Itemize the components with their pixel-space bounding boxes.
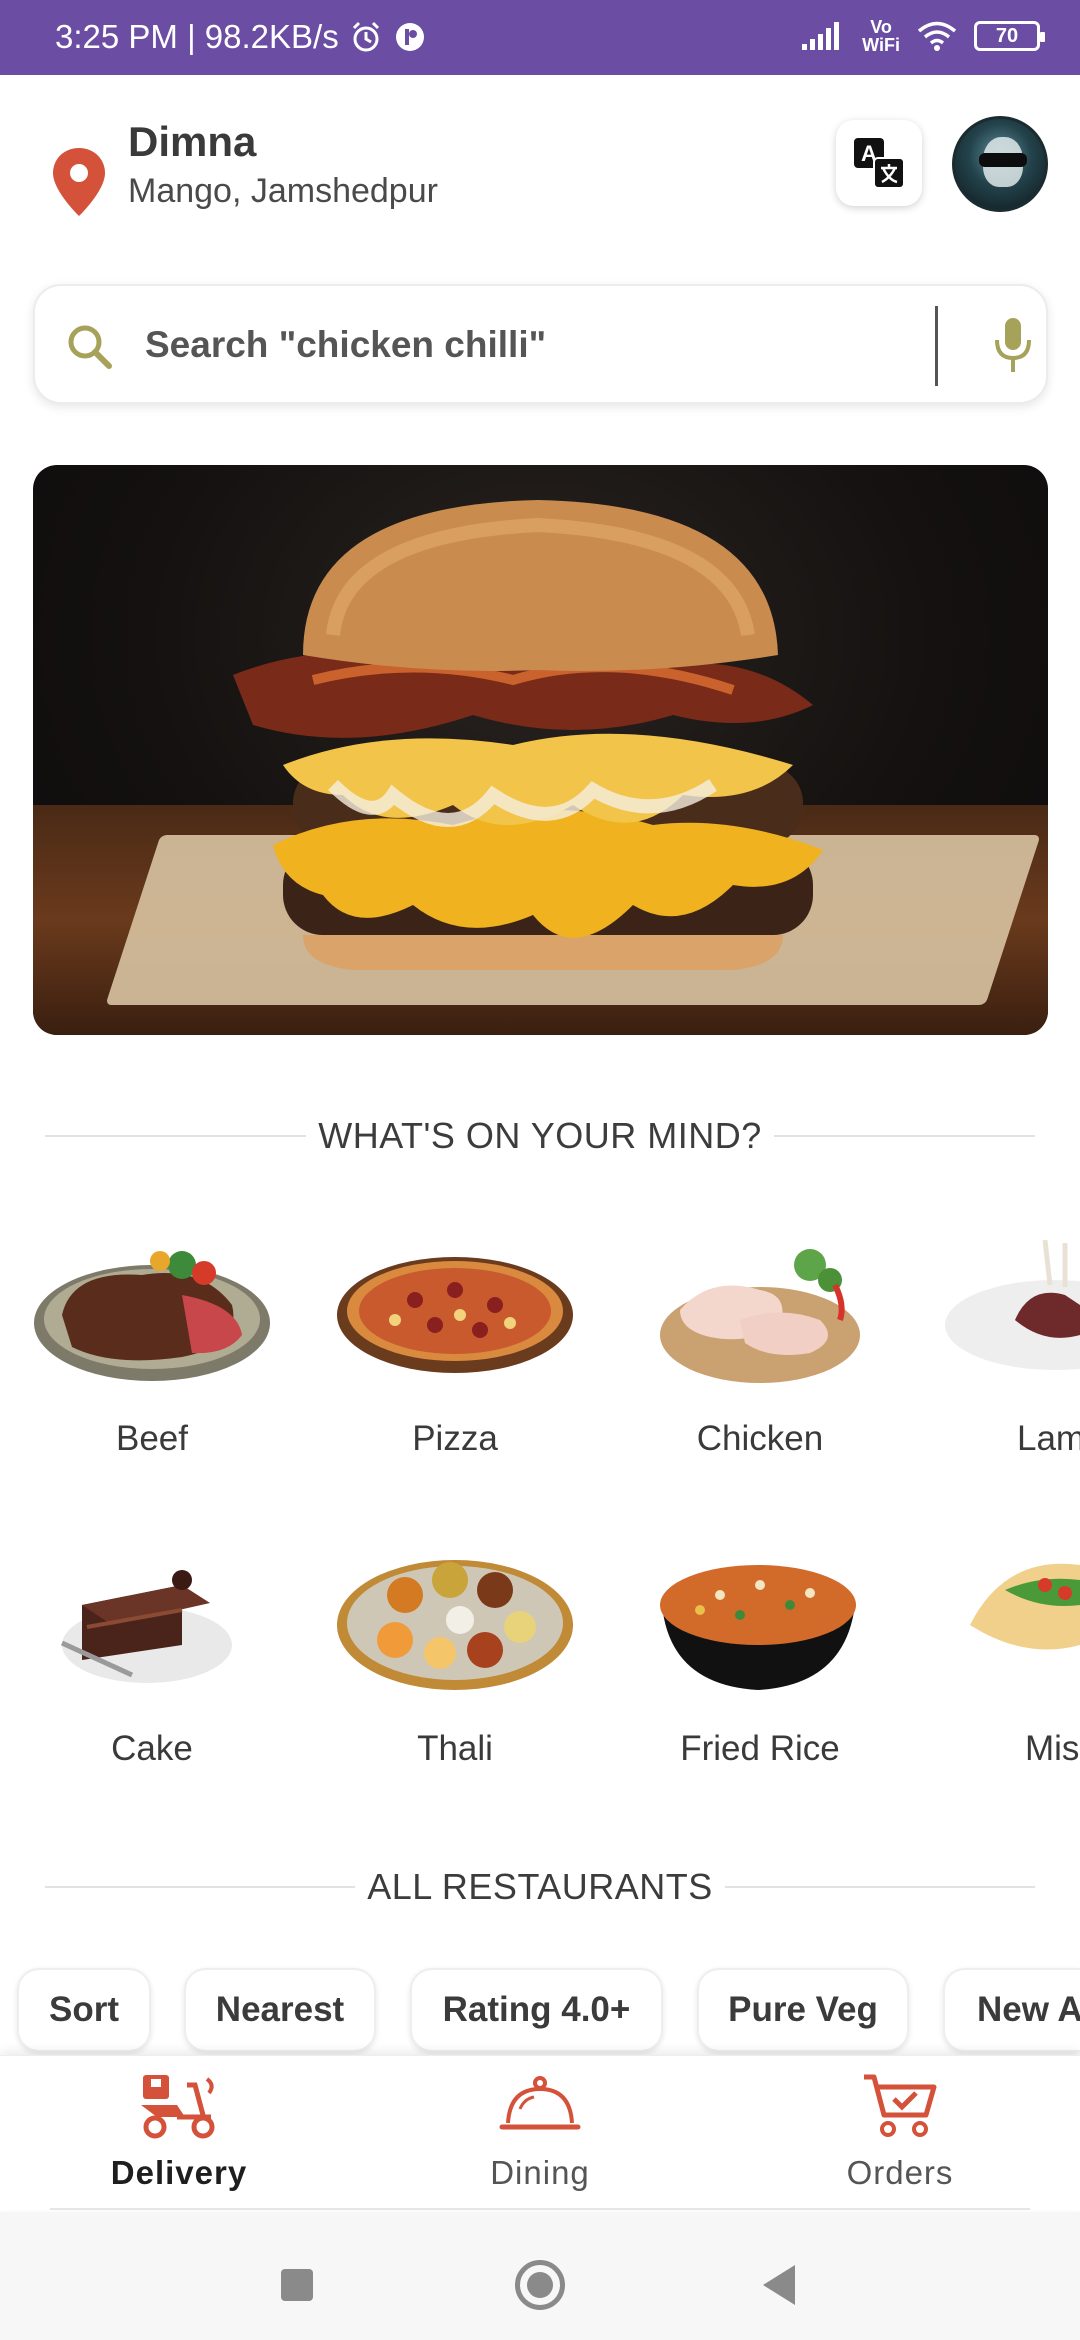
divider-line — [45, 1886, 356, 1888]
filter-pure-veg-chip[interactable]: Pure Veg — [697, 1968, 909, 2052]
category-image — [640, 1225, 880, 1395]
nav-delivery[interactable]: Delivery — [69, 2066, 289, 2192]
promo-banner[interactable] — [33, 465, 1048, 1035]
nav-label: Dining — [490, 2154, 590, 2191]
category-image — [945, 1535, 1080, 1705]
bottom-navigation: Delivery Dining Orders — [0, 2055, 1080, 2210]
nav-label: Delivery — [110, 2154, 248, 2191]
status-left: 3:25 PM | 98.2KB/s — [55, 18, 427, 56]
search-icon — [68, 325, 112, 369]
back-icon[interactable] — [763, 2265, 795, 2305]
filter-rating-chip[interactable]: Rating 4.0+ — [410, 1968, 663, 2052]
category-cake[interactable]: Cake — [32, 1535, 272, 1769]
divider-line — [724, 1886, 1035, 1888]
dining-cloche-icon — [499, 2076, 581, 2130]
divider-line — [45, 1135, 307, 1137]
recents-icon[interactable] — [281, 2269, 313, 2301]
category-image — [32, 1225, 272, 1395]
signal-icon — [802, 22, 840, 50]
category-chicken[interactable]: Chicken — [640, 1225, 880, 1459]
search-divider — [935, 306, 938, 386]
app-notification-icon — [395, 23, 424, 51]
vowifi-bottom: WiFi — [862, 35, 900, 55]
category-label: Chicken — [696, 1419, 824, 1458]
category-fried-rice[interactable]: Fried Rice — [640, 1535, 880, 1769]
location-title[interactable]: Dimna — [128, 118, 256, 166]
orders-cart-icon — [864, 2074, 937, 2137]
system-navigation-bar — [0, 2212, 1080, 2340]
category-image — [335, 1535, 575, 1705]
category-label: Mis — [1025, 1729, 1080, 1768]
translate-icon: A — [854, 138, 905, 189]
nav-separator — [50, 2208, 1030, 2210]
category-label: Fried Rice — [680, 1729, 840, 1768]
category-misc[interactable]: Mis — [945, 1535, 1080, 1769]
mind-section-header: WHAT'S ON YOUR MIND? — [45, 1111, 1036, 1161]
location-pin-icon[interactable] — [50, 146, 108, 218]
home-icon[interactable] — [515, 2260, 565, 2310]
wifi-icon — [917, 21, 957, 51]
battery-indicator: 70 — [974, 21, 1045, 51]
category-label: Lam — [1017, 1419, 1080, 1458]
filter-nearest-chip[interactable]: Nearest — [184, 1968, 376, 2052]
category-image — [640, 1535, 880, 1705]
category-lamb[interactable]: Lam — [945, 1225, 1080, 1459]
category-label: Beef — [116, 1419, 188, 1458]
vowifi-indicator: Vo WiFi — [862, 18, 900, 54]
status-time-speed: 3:25 PM | 98.2KB/s — [55, 18, 339, 55]
nav-dining[interactable]: Dining — [430, 2066, 650, 2192]
restaurants-section-title: ALL RESTAURANTS — [367, 1866, 713, 1907]
category-pizza[interactable]: Pizza — [335, 1225, 575, 1459]
filter-new-chip[interactable]: New A — [943, 1968, 1080, 2052]
category-image — [32, 1535, 272, 1705]
category-label: Cake — [111, 1729, 193, 1768]
category-image — [335, 1225, 575, 1395]
location-subtitle[interactable]: Mango, Jamshedpur — [128, 172, 438, 211]
mind-section-title: WHAT'S ON YOUR MIND? — [318, 1115, 762, 1156]
search-placeholder[interactable]: Search "chicken chilli" — [145, 324, 546, 366]
category-image — [945, 1225, 1080, 1395]
category-thali[interactable]: Thali — [335, 1535, 575, 1769]
profile-avatar[interactable] — [952, 116, 1048, 212]
vowifi-top: Vo — [870, 17, 892, 37]
search-bar[interactable]: Search "chicken chilli" — [33, 284, 1048, 404]
status-bar: 3:25 PM | 98.2KB/s Vo WiFi 70 — [0, 0, 1080, 75]
nav-orders[interactable]: Orders — [790, 2066, 1010, 2192]
category-beef[interactable]: Beef — [32, 1225, 272, 1459]
microphone-icon[interactable] — [993, 316, 1033, 376]
restaurants-section-header: ALL RESTAURANTS — [45, 1862, 1035, 1912]
divider-line — [773, 1135, 1036, 1137]
delivery-scooter-icon — [141, 2075, 215, 2139]
category-label: Pizza — [412, 1419, 498, 1458]
avatar-mask — [979, 153, 1027, 167]
translate-button[interactable]: A — [836, 120, 922, 206]
filter-sort-chip[interactable]: Sort — [17, 1968, 151, 2052]
category-label: Thali — [417, 1729, 493, 1768]
burger-image — [233, 500, 823, 970]
alarm-icon — [352, 21, 379, 52]
status-right: Vo WiFi 70 — [800, 18, 1045, 54]
nav-label: Orders — [846, 2154, 954, 2191]
